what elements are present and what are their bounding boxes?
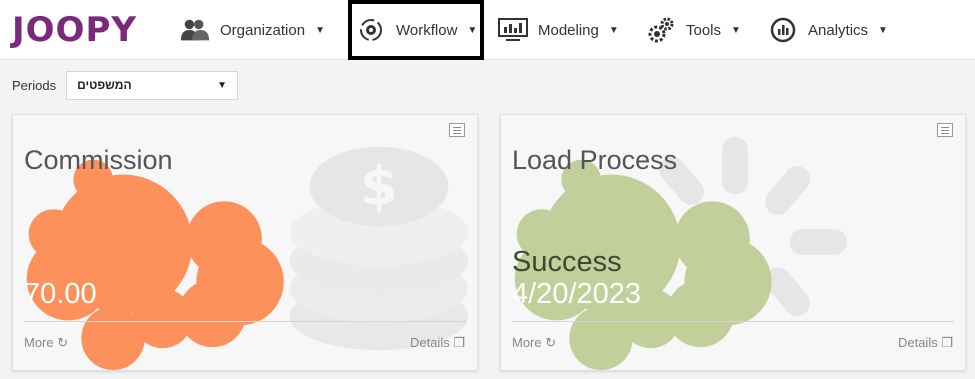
card-status: Success <box>512 246 622 278</box>
nav-workflow[interactable]: Workflow ▼ <box>348 0 484 60</box>
nav-analytics-label: Analytics <box>808 21 869 39</box>
gears-icon <box>646 15 676 45</box>
details-label: Details <box>897 335 938 350</box>
card-title: Load Process <box>512 145 678 175</box>
chevron-down-icon: ▼ <box>217 79 228 91</box>
card-title: Commission <box>24 145 173 175</box>
card-divider <box>24 321 466 322</box>
top-navigation-bar: JOOPY Organization ▼ Workflow ▼ Modeling… <box>0 0 975 60</box>
coins-icon: $ <box>289 146 469 351</box>
nav-analytics[interactable]: Analytics ▼ <box>768 0 888 60</box>
refresh-icon: ↻ <box>541 335 557 350</box>
nav-modeling-label: Modeling <box>538 21 599 39</box>
details-link[interactable]: Details ❐ <box>410 335 465 351</box>
chevron-down-icon: ▼ <box>467 24 478 36</box>
joopy-logo[interactable]: JOOPY <box>12 10 137 50</box>
card-menu-icon[interactable] <box>937 123 953 137</box>
refresh-icon: ↻ <box>53 335 69 350</box>
periods-select[interactable]: המשפטים ▼ <box>66 70 239 100</box>
more-label: More <box>512 335 542 350</box>
more-label: More <box>24 335 54 350</box>
analytics-icon <box>768 15 798 45</box>
users-icon <box>180 15 210 45</box>
details-link[interactable]: Details ❐ <box>898 335 953 351</box>
details-label: Details <box>409 335 450 350</box>
nav-tools[interactable]: Tools ▼ <box>646 0 741 60</box>
nav-modeling[interactable]: Modeling ▼ <box>498 0 619 60</box>
nav-organization-label: Organization <box>220 21 306 39</box>
commission-card[interactable]: $ Commission 70.00 More ↻ Details ❐ <box>12 114 478 371</box>
periods-filter: Periods המשפטים ▼ <box>12 70 239 100</box>
periods-label: Periods <box>12 77 57 93</box>
svg-text:$: $ <box>360 154 397 217</box>
card-value: 70.00 <box>24 278 97 310</box>
more-link[interactable]: More ↻ <box>24 335 68 351</box>
card-divider <box>512 321 954 322</box>
card-value: 4/20/2023 <box>512 278 642 310</box>
workflow-cog-icon <box>356 15 386 45</box>
nav-tools-label: Tools <box>686 21 722 39</box>
card-menu-icon[interactable] <box>449 123 465 137</box>
chevron-down-icon: ▼ <box>608 24 619 36</box>
chevron-down-icon: ▼ <box>731 24 741 36</box>
monitor-chart-icon <box>498 15 528 45</box>
chevron-down-icon: ▼ <box>315 24 325 36</box>
nav-workflow-label: Workflow <box>396 21 458 39</box>
external-window-icon: ❐ <box>937 335 953 350</box>
external-window-icon: ❐ <box>449 335 465 350</box>
more-link[interactable]: More ↻ <box>512 335 556 351</box>
nav-organization[interactable]: Organization ▼ <box>180 0 325 60</box>
chevron-down-icon: ▼ <box>878 24 888 36</box>
periods-selected-value: המשפטים <box>77 78 132 92</box>
load-process-card[interactable]: Load Process Success 4/20/2023 More ↻ De… <box>500 114 966 371</box>
